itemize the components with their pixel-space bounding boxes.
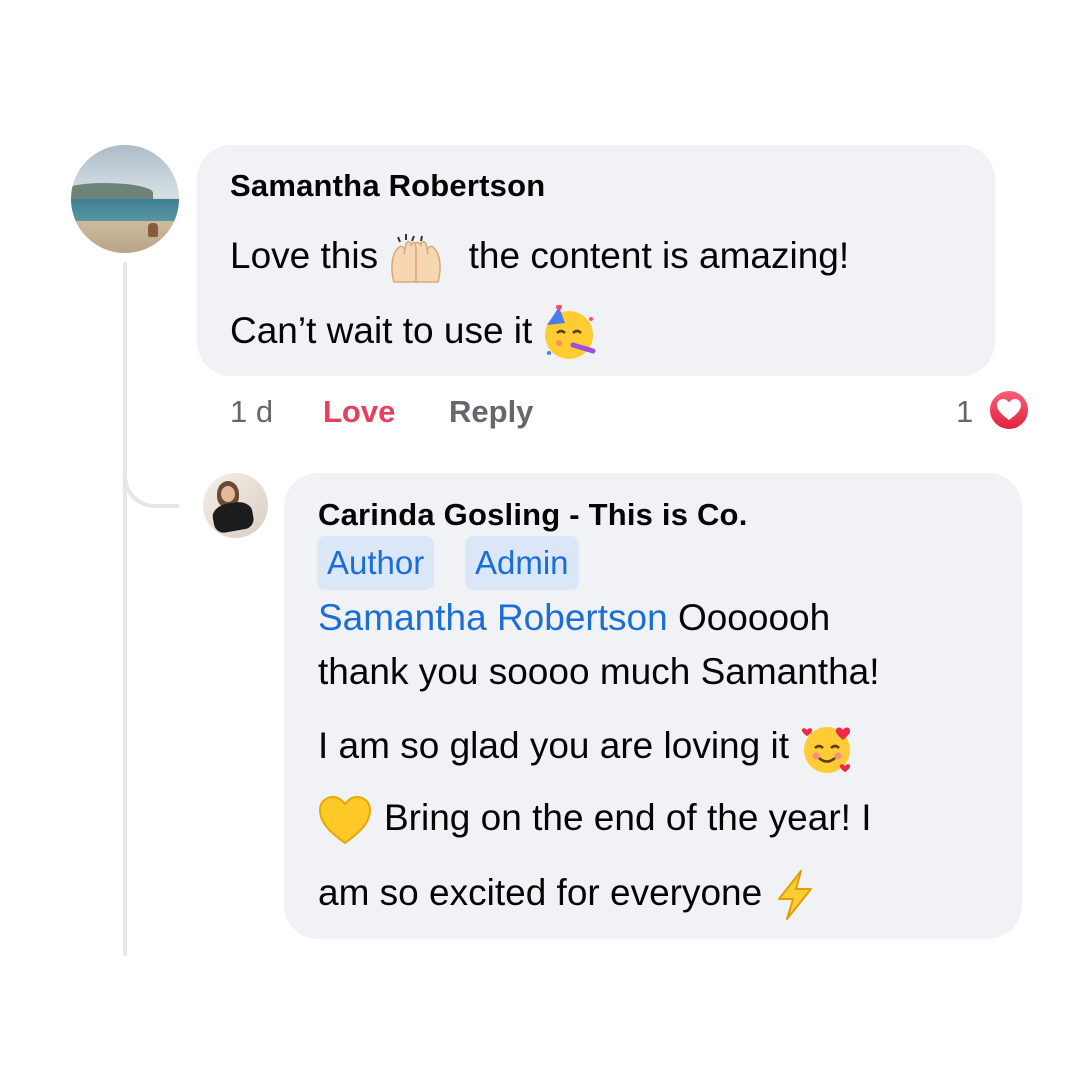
admin-badge: Admin <box>465 536 579 590</box>
reply-line-3: I am so glad you are loving it <box>318 720 857 776</box>
reply-line-2: thank you soooo much Samantha! <box>318 651 880 692</box>
comment-line-2: Can’t wait to use it <box>230 305 599 361</box>
reaction-count[interactable]: 1 <box>956 394 973 430</box>
reply-line-3-text: I am so glad you are loving it <box>318 724 789 766</box>
heart-icon <box>997 399 1021 420</box>
partying-face-icon <box>544 305 596 359</box>
author-badge: Author <box>317 536 435 590</box>
reply-line-1-text: Ooooooh <box>677 597 831 638</box>
reply-line-4-text: Bring on the end of the year! I <box>384 796 872 838</box>
thread-line <box>123 262 127 956</box>
avatar[interactable] <box>71 145 179 253</box>
thread-branch <box>123 440 179 508</box>
reply-button[interactable]: Reply <box>449 394 533 430</box>
love-button[interactable]: Love <box>323 394 395 430</box>
high-voltage-icon <box>777 870 812 920</box>
comment-timestamp[interactable]: 1 d <box>230 394 273 430</box>
love-reaction-icon[interactable] <box>987 388 1031 432</box>
reply-line-4: Bring on the end of the year! I <box>318 795 872 845</box>
comment-line-2-text: Can’t wait to use it <box>230 309 533 351</box>
reply-line-5-text: am so excited for everyone <box>318 871 763 913</box>
reply-avatar[interactable] <box>203 473 268 538</box>
yellow-heart-icon <box>318 795 372 845</box>
reply-line-5: am so excited for everyone <box>318 869 817 921</box>
raising-hands-icon <box>391 234 442 283</box>
comment-author[interactable]: Samantha Robertson <box>230 168 545 204</box>
reply-author[interactable]: Carinda Gosling - This is Co. <box>318 497 748 533</box>
comment-line-1-start: Love this <box>230 234 379 276</box>
mention-link[interactable]: Samantha Robertson <box>318 597 668 638</box>
reply-line-1: Samantha Robertson Ooooooh <box>318 597 830 639</box>
comment-line-1: Love this the content is amazing! <box>230 232 849 284</box>
comment-line-1-end: the content is amazing! <box>468 234 850 276</box>
smiling-face-with-hearts-icon <box>802 727 851 773</box>
